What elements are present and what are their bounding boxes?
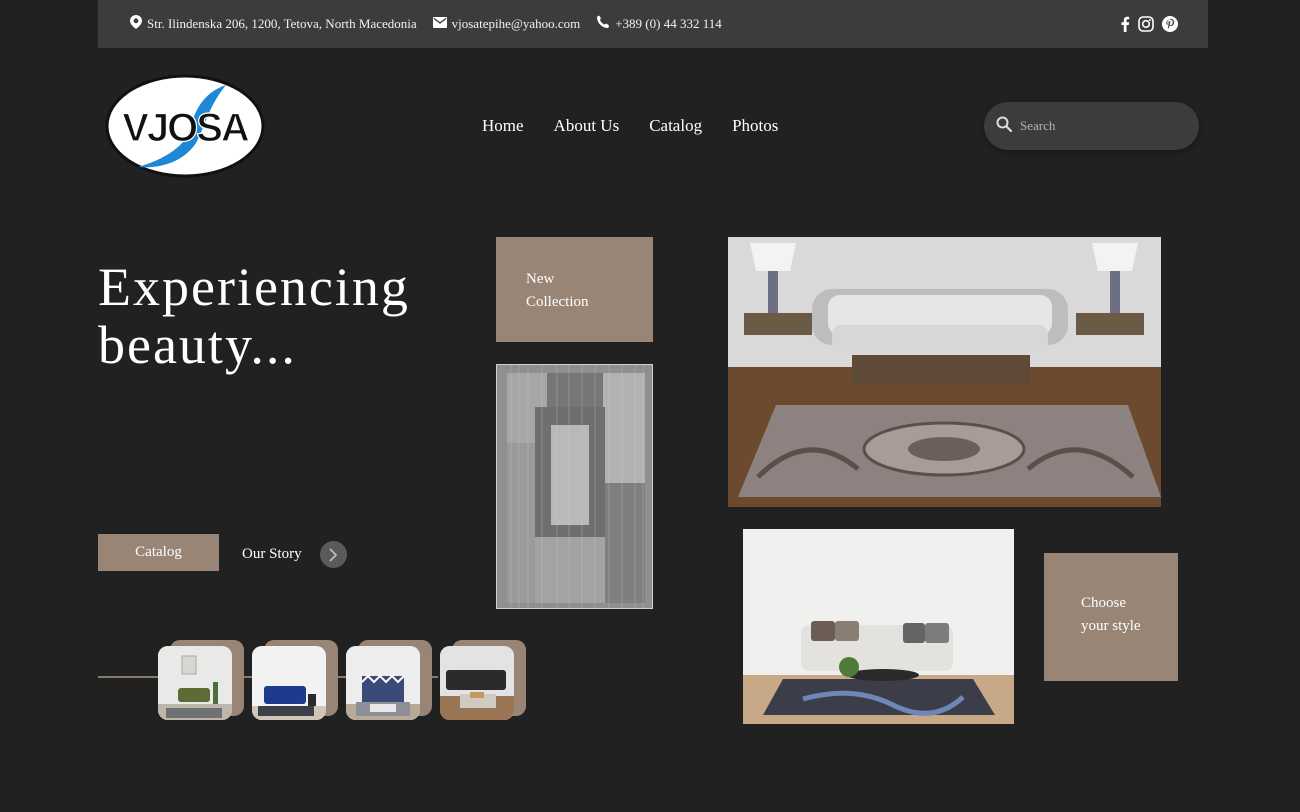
sofa-room-image[interactable]	[743, 529, 1014, 724]
nav-about-us[interactable]: About Us	[554, 116, 620, 136]
nav-catalog[interactable]: Catalog	[649, 116, 702, 136]
our-story-label: Our Story	[242, 546, 302, 562]
address-item: Str. Ilindenska 206, 1200, Tetova, North…	[130, 15, 417, 33]
search-input[interactable]	[1020, 118, 1180, 134]
instagram-icon[interactable]	[1138, 16, 1154, 32]
main-nav: Home About Us Catalog Photos	[482, 116, 778, 136]
social-links	[1120, 16, 1178, 32]
contact-info: Str. Ilindenska 206, 1200, Tetova, North…	[130, 15, 738, 33]
hero-title-line1: Experiencing	[98, 257, 410, 317]
thumbnail-image	[252, 646, 326, 720]
top-info-bar: Str. Ilindenska 206, 1200, Tetova, North…	[98, 0, 1208, 48]
new-collection-card[interactable]: New Collection	[496, 237, 653, 342]
nav-home[interactable]: Home	[482, 116, 524, 136]
living-room-rug-image[interactable]	[728, 237, 1161, 507]
location-pin-icon	[130, 15, 147, 33]
thumbnail-living-room-blue[interactable]	[252, 640, 338, 722]
facebook-icon[interactable]	[1120, 16, 1130, 32]
hero-title: Experiencing beauty...	[98, 258, 458, 374]
thumbnail-living-room-dark[interactable]	[440, 640, 526, 722]
catalog-button[interactable]: Catalog	[98, 534, 219, 571]
phone-icon	[596, 15, 615, 33]
phone-text: +389 (0) 44 332 114	[615, 16, 722, 31]
logo-text: VJOSA	[122, 106, 249, 150]
address-text: Str. Ilindenska 206, 1200, Tetova, North…	[147, 16, 417, 31]
our-story-link[interactable]: Our Story	[242, 541, 347, 568]
email-text: vjosatepihe@yahoo.com	[451, 16, 581, 31]
choose-style-line1: Choose	[1081, 595, 1126, 611]
thumbnail-image	[440, 646, 514, 720]
hero-title-line2: beauty...	[98, 315, 297, 375]
phone-item[interactable]: +389 (0) 44 332 114	[596, 15, 722, 33]
nav-photos[interactable]: Photos	[732, 116, 778, 136]
envelope-icon	[432, 16, 452, 32]
search-icon[interactable]	[996, 116, 1013, 137]
chevron-right-icon[interactable]	[319, 541, 347, 568]
choose-style-line2: your style	[1081, 618, 1141, 634]
vjosa-logo[interactable]: VJOSA	[104, 73, 266, 179]
search-box[interactable]	[984, 102, 1199, 150]
pinterest-icon[interactable]	[1162, 16, 1178, 32]
new-collection-line2: Collection	[526, 294, 589, 310]
thumbnail-image	[346, 646, 420, 720]
choose-style-card[interactable]: Choose your style	[1044, 553, 1178, 681]
thumbnail-image	[158, 646, 232, 720]
thumbnail-living-room-green[interactable]	[158, 640, 244, 722]
new-collection-line1: New	[526, 271, 555, 287]
grey-rug-image[interactable]	[496, 364, 653, 609]
email-item[interactable]: vjosatepihe@yahoo.com	[432, 16, 581, 32]
thumbnail-bedroom[interactable]	[346, 640, 432, 722]
